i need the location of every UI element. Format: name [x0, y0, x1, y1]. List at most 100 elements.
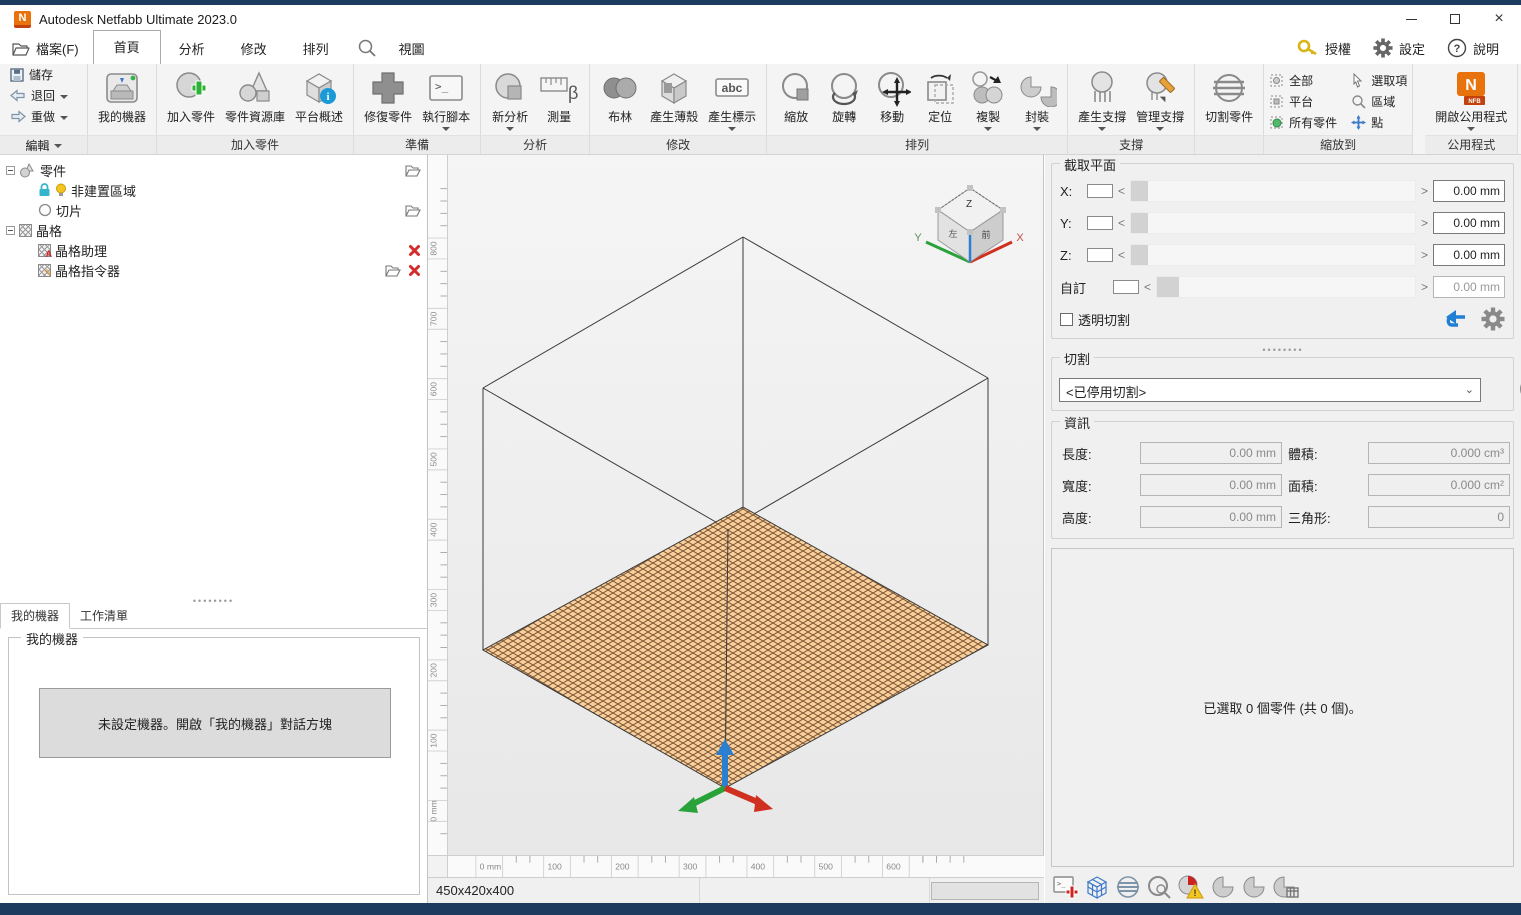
bulb-icon[interactable] — [55, 183, 67, 197]
tree-item-slices[interactable]: 切片 — [0, 200, 427, 220]
repair-part-button[interactable]: 修復零件 — [359, 67, 417, 125]
cut-part-button[interactable]: 切割零件 — [1200, 67, 1258, 125]
cut-mode-dropdown[interactable]: <已停用切割> ⌄ — [1059, 378, 1481, 402]
tab-my-machine[interactable]: 我的機器 — [0, 603, 70, 629]
clip-custom-slider-thumb[interactable] — [1157, 277, 1179, 297]
rotate-button[interactable]: 旋轉 — [820, 67, 868, 125]
tree-item-parts[interactable]: 零件 — [0, 160, 427, 180]
undo-button[interactable]: 退回 — [0, 85, 87, 106]
open-folder-icon[interactable] — [385, 264, 401, 277]
zoom-all-button[interactable]: 全部 — [1269, 70, 1337, 91]
open-utility-button[interactable]: NNFB 開啟公用程式 — [1430, 67, 1512, 131]
maximize-button[interactable] — [1433, 6, 1477, 32]
measure-button[interactable]: β 測量 — [534, 67, 584, 125]
pack-icon-2[interactable] — [1241, 874, 1267, 900]
tree-item-lattice-commander[interactable]: ✎ 晶格指令器 — [0, 260, 427, 280]
delete-icon[interactable] — [408, 264, 421, 277]
slider-left-arrow[interactable]: < — [1118, 248, 1125, 262]
tree-item-nonbuild[interactable]: 非建置區域 — [0, 180, 427, 200]
machine-not-set-button[interactable]: 未設定機器。開啟「我的機器」對話方塊 — [39, 688, 391, 758]
scale-button[interactable]: 縮放 — [772, 67, 820, 125]
run-script-caret[interactable] — [442, 127, 450, 131]
pack-caret[interactable] — [1033, 127, 1041, 131]
save-button[interactable]: 儲存 — [0, 64, 87, 85]
view-cube[interactable]: Z 左 前 Y X — [914, 185, 1024, 262]
position-button[interactable]: 定位 — [916, 67, 964, 125]
duplicate-button[interactable]: 複製 — [964, 67, 1012, 131]
clip-x-value[interactable]: 0.00 mm — [1433, 180, 1505, 202]
tab-modify[interactable]: 修改 — [223, 33, 285, 64]
close-button[interactable]: × — [1477, 6, 1521, 32]
open-utility-caret[interactable] — [1467, 127, 1475, 131]
create-label-button[interactable]: abc 產生標示 — [703, 67, 761, 131]
analysis-warning-icon[interactable]: ! — [1177, 874, 1205, 900]
tab-analysis[interactable]: 分析 — [161, 33, 223, 64]
transparent-cut-checkbox[interactable] — [1060, 313, 1073, 326]
duplicate-caret[interactable] — [984, 127, 992, 131]
zoom-all-parts-button[interactable]: 所有零件 — [1269, 112, 1337, 133]
tab-worklist[interactable]: 工作清單 — [70, 604, 138, 628]
boolean-button[interactable]: 布林 — [595, 67, 645, 125]
cube-front-face-label[interactable]: 前 — [981, 229, 990, 240]
clip-y-checkbox[interactable] — [1087, 216, 1113, 230]
create-shell-button[interactable]: 產生薄殼 — [645, 67, 703, 125]
create-support-caret[interactable] — [1098, 127, 1106, 131]
slider-left-arrow[interactable]: < — [1144, 280, 1151, 294]
clip-x-checkbox[interactable] — [1087, 184, 1113, 198]
slider-right-arrow[interactable]: > — [1421, 248, 1428, 262]
scene-3d[interactable]: Z 左 前 Y X — [448, 155, 1044, 855]
pack-icon-1[interactable] — [1210, 874, 1236, 900]
run-script-add-icon[interactable]: >_ — [1053, 874, 1079, 900]
zoom-region-button[interactable]: 區域 — [1351, 91, 1407, 112]
collapse-icon[interactable] — [6, 166, 15, 175]
search-button[interactable] — [347, 38, 381, 64]
slider-right-arrow[interactable]: > — [1421, 216, 1428, 230]
clip-z-checkbox[interactable] — [1087, 248, 1113, 262]
cube-left-face-label[interactable]: 左 — [948, 228, 957, 239]
viewport-3d[interactable]: 8007006005004003002001000 mm 0 mm1002003… — [428, 155, 1044, 877]
my-machine-button[interactable]: 我的機器 — [93, 67, 151, 125]
zoom-point-button[interactable]: 點 — [1351, 112, 1407, 133]
clip-z-slider-thumb[interactable] — [1131, 245, 1148, 265]
clip-custom-checkbox[interactable] — [1113, 280, 1139, 294]
clip-y-value[interactable]: 0.00 mm — [1433, 212, 1505, 234]
minimize-button[interactable] — [1389, 6, 1433, 32]
edit-group-label[interactable]: 編輯 — [0, 135, 87, 154]
clip-y-slider[interactable] — [1130, 212, 1416, 234]
help-button[interactable]: ? 說明 — [1439, 36, 1507, 60]
reset-undo-icon[interactable] — [1442, 308, 1468, 330]
new-analysis-button[interactable]: 新分析 — [486, 67, 534, 131]
open-folder-icon[interactable] — [405, 204, 421, 217]
clip-x-slider-thumb[interactable] — [1131, 181, 1148, 201]
clip-x-slider[interactable] — [1130, 180, 1416, 202]
create-support-button[interactable]: 產生支撐 — [1073, 67, 1131, 131]
open-folder-icon[interactable] — [405, 164, 421, 177]
tab-arrange[interactable]: 排列 — [285, 33, 347, 64]
delete-icon[interactable] — [408, 244, 421, 257]
add-part-button[interactable]: 加入零件 — [162, 67, 220, 125]
manage-support-button[interactable]: 管理支撐 — [1131, 67, 1189, 131]
redo-button[interactable]: 重做 — [0, 106, 87, 127]
tab-view[interactable]: 視圖 — [381, 33, 443, 64]
wireframe-cube-icon[interactable] — [1084, 874, 1110, 900]
zoom-selection-button[interactable]: 選取項 — [1351, 70, 1407, 91]
undo-dropdown-caret[interactable] — [60, 95, 68, 99]
slider-left-arrow[interactable]: < — [1118, 184, 1125, 198]
clip-z-slider[interactable] — [1130, 244, 1416, 266]
right-panel-splitter[interactable]: •••••••• — [1045, 345, 1521, 355]
platform-overview-button[interactable]: i 平台概述 — [290, 67, 348, 125]
part-library-button[interactable]: 零件資源庫 — [220, 67, 290, 125]
slider-right-arrow[interactable]: > — [1421, 184, 1428, 198]
new-analysis-caret[interactable] — [506, 127, 514, 131]
tree-item-lattice[interactable]: 晶格 — [0, 220, 427, 240]
settings-button[interactable]: 設定 — [1365, 36, 1433, 60]
redo-dropdown-caret[interactable] — [60, 116, 68, 120]
move-button[interactable]: 移動 — [868, 67, 916, 125]
build-platform-grid[interactable] — [483, 507, 988, 788]
slider-left-arrow[interactable]: < — [1118, 216, 1125, 230]
tab-home[interactable]: 首頁 — [93, 30, 161, 64]
collapse-icon[interactable] — [6, 226, 15, 235]
zoom-magnifier-icon[interactable] — [1146, 874, 1172, 900]
file-menu-button[interactable]: 檔案(F) — [0, 39, 93, 64]
tree-item-lattice-assistant[interactable]: A 晶格助理 — [0, 240, 427, 260]
